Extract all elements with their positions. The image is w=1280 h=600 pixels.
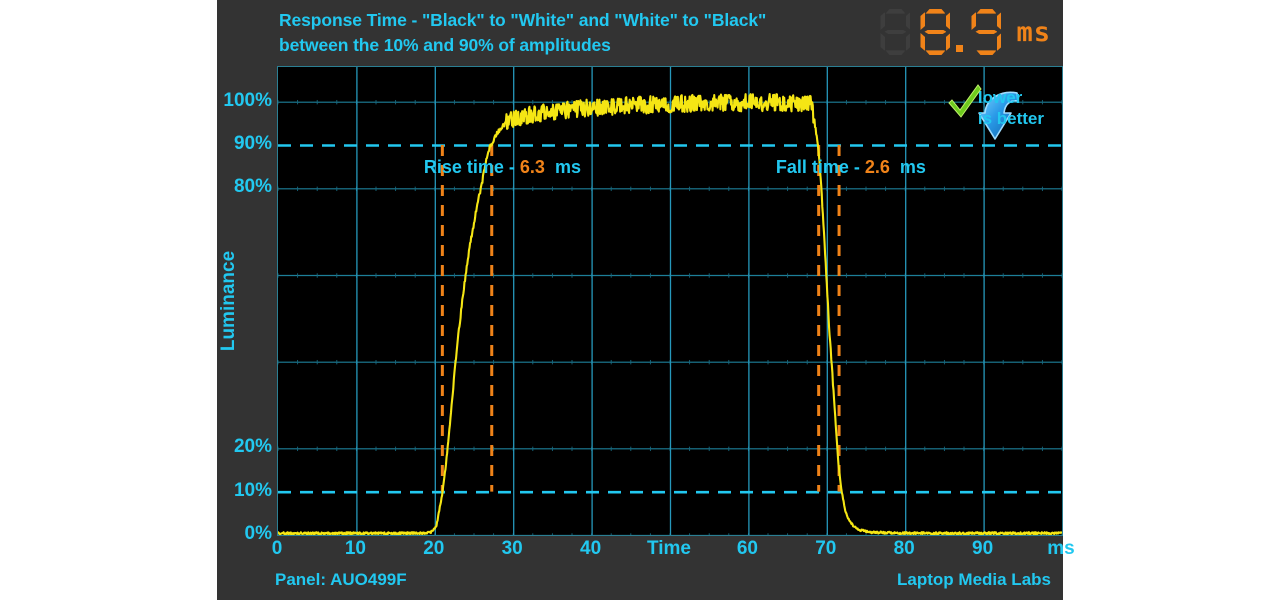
y-tick-20pct: 20% — [233, 436, 272, 458]
legend-line-2: is better — [977, 109, 1044, 128]
plot-area: Rise time - 6.3 ms Fall time - 2.6 ms lo… — [277, 66, 1063, 536]
x-tick-0: 0 — [271, 538, 283, 559]
y-tick-80pct: 80% — [233, 176, 272, 198]
led-digit-tenths — [969, 8, 1003, 56]
chart-panel: Response Time - "Black" to "White" and "… — [217, 0, 1075, 600]
led-digit-ones — [918, 8, 952, 56]
x-tick-40: 40 — [580, 538, 602, 559]
fall-time-label: Fall time - — [775, 157, 860, 177]
x-tick-20: 20 — [423, 538, 445, 559]
screenshot-root: Response Time - "Black" to "White" and "… — [0, 0, 1280, 600]
title-line-1: Response Time - "Black" to "White" and "… — [279, 10, 767, 30]
y-tick-90pct: 90% — [233, 133, 272, 154]
y-tick-0pct: 0% — [244, 523, 272, 544]
led-digit-placeholder — [878, 8, 912, 56]
legend-line-1: lower — [977, 88, 1023, 107]
credit-label: Laptop Media Labs — [897, 570, 1051, 589]
x-tick-30: 30 — [501, 538, 523, 559]
legend-lower-is-better: lower is better — [948, 84, 1044, 140]
rise-time-unit: ms — [554, 157, 581, 177]
x-tick-80: 80 — [893, 538, 915, 559]
x-tick-90: 90 — [972, 538, 994, 559]
chart-svg — [278, 67, 1062, 535]
legend-text: lower is better — [978, 87, 1044, 129]
x-tick-60: 60 — [736, 538, 758, 559]
fall-time-value: 2.6 — [864, 157, 890, 177]
x-tick-10: 10 — [344, 538, 366, 559]
y-tick-100pct: 100% — [223, 89, 272, 111]
rise-time-annotation: Rise time - 6.3 ms — [424, 157, 581, 178]
x-axis-tick-labels: 0 10 20 30 40 Time 60 70 80 90 ms — [272, 538, 1077, 564]
x-tick-Time: Time — [646, 538, 692, 559]
response-time-readout: ms — [878, 8, 1051, 56]
plot-canvas: Rise time - 6.3 ms Fall time - 2.6 ms lo… — [277, 66, 1063, 536]
panel-model-label: Panel: AUO499F — [275, 570, 407, 589]
y-tick-10pct: 10% — [233, 479, 272, 501]
fall-time-annotation: Fall time - 2.6 ms — [776, 157, 926, 178]
rise-time-label: Rise time - — [423, 157, 515, 177]
led-unit-label: ms — [1016, 16, 1051, 48]
page-title: Response Time - "Black" to "White" and "… — [279, 8, 899, 58]
fall-time-unit: ms — [899, 157, 926, 177]
rise-time-value: 6.3 — [519, 157, 545, 177]
y-axis-tick-labels: 0% 10% 20% 80% 90% 100% — [217, 66, 277, 544]
title-line-2: between the 10% and 90% of amplitudes — [279, 35, 611, 55]
x-tick-70: 70 — [815, 538, 837, 559]
green-check-icon — [948, 84, 982, 118]
x-tick-ms: ms — [1047, 538, 1075, 559]
led-decimal-point — [956, 45, 964, 52]
